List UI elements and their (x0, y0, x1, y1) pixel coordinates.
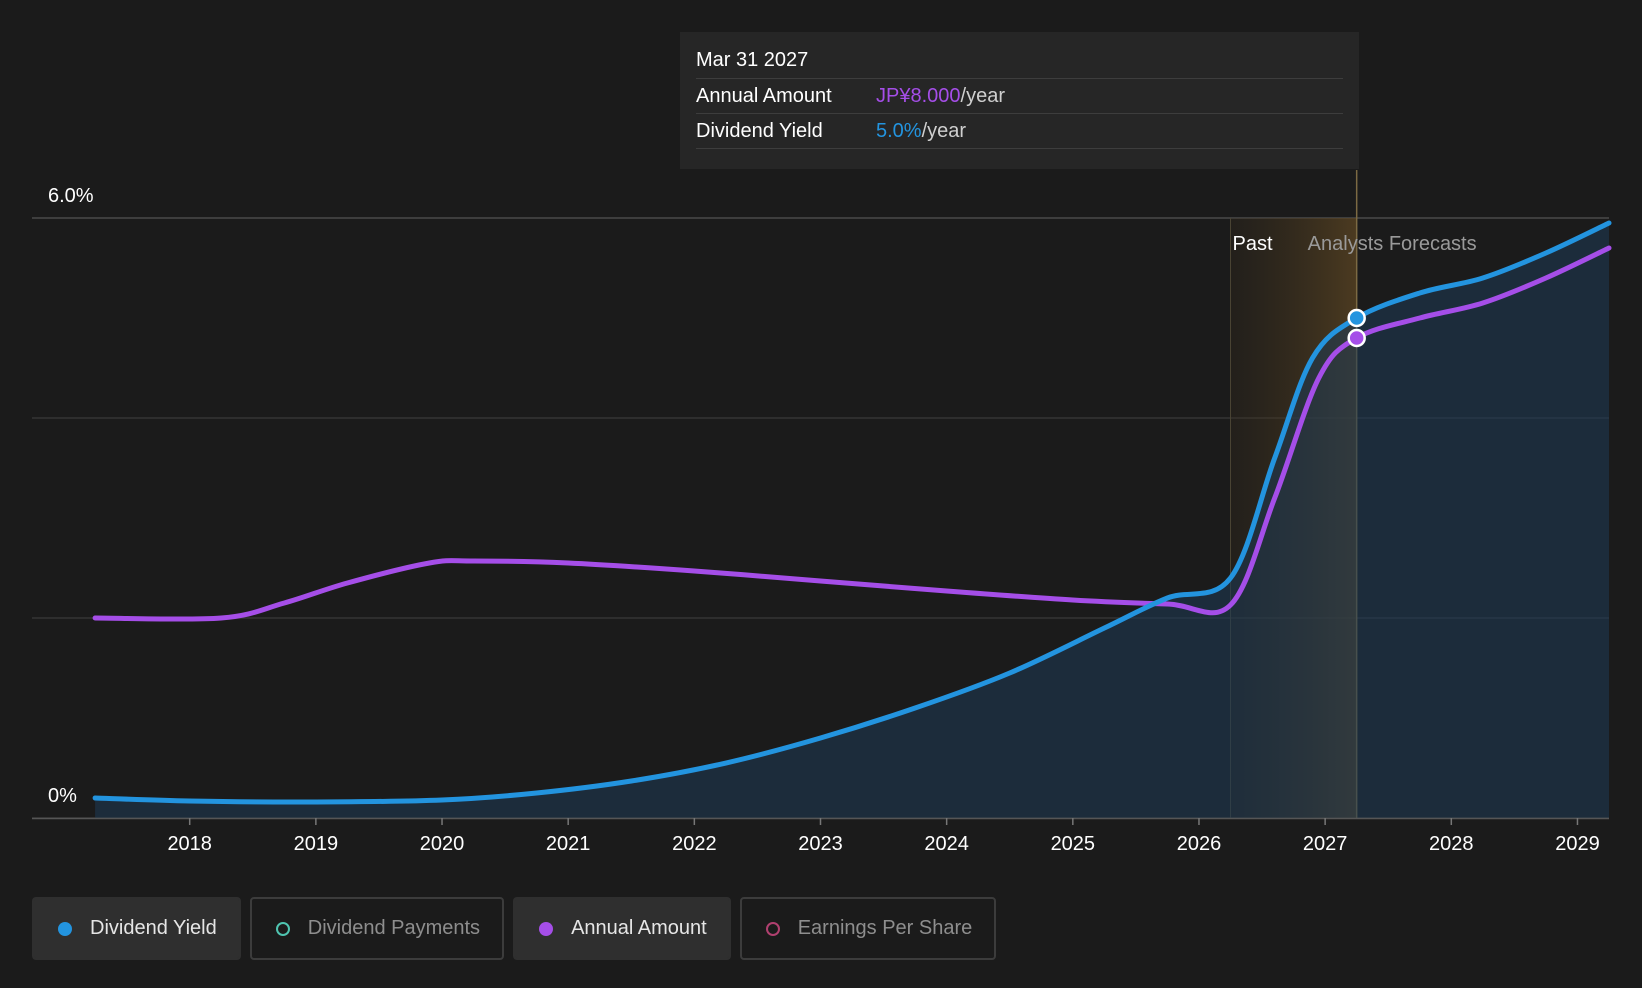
tooltip-unit: /year (960, 85, 1005, 107)
legend-dot-icon (58, 921, 72, 936)
x-tick-label: 2029 (1555, 833, 1600, 855)
legend-dot-icon (765, 921, 780, 936)
x-tick-label: 2018 (167, 833, 212, 855)
legend-annual-amount-button[interactable]: Annual Amount (513, 897, 731, 960)
tooltip-row-annual-amount: Annual Amount JP¥8.000/year (696, 79, 1343, 114)
x-tick-label: 2025 (1051, 833, 1096, 855)
annual-amount-marker (1347, 328, 1366, 348)
x-tick-label: 2022 (672, 833, 717, 855)
tooltip-date: Mar 31 2027 (696, 46, 1343, 79)
legend-label: Earnings Per Share (797, 917, 973, 939)
x-tick-label: 2019 (294, 833, 339, 855)
tooltip-value: 5.0% (876, 120, 922, 142)
forecast-label: Analysts Forecasts (1308, 233, 1477, 255)
legend-label: Dividend Payments (307, 917, 481, 939)
tooltip-value: JP¥8.000 (876, 85, 961, 107)
tooltip-label: Dividend Yield (696, 120, 823, 142)
tooltip-unit: /year (921, 120, 967, 142)
legend-dot-icon (539, 921, 554, 936)
x-tick-label: 2024 (924, 833, 969, 855)
y-tick-label: 0% (48, 785, 77, 807)
tooltip-row-dividend-yield: Dividend Yield 5.0%/year (696, 114, 1343, 149)
tooltip-label: Annual Amount (696, 85, 832, 107)
x-tick-label: 2021 (546, 833, 591, 855)
x-tick-label: 2027 (1303, 833, 1348, 855)
legend-label: Annual Amount (571, 917, 707, 939)
legend-dividend-yield-button[interactable]: Dividend Yield (32, 897, 241, 960)
legend-dividend-payments-button[interactable]: Dividend Payments (249, 897, 505, 960)
x-tick-label: 2020 (420, 833, 465, 855)
dividend-yield-marker (1347, 308, 1366, 328)
legend-dot-icon (275, 921, 290, 936)
x-tick-label: 2028 (1429, 833, 1474, 855)
x-tick-label: 2026 (1177, 833, 1222, 855)
past-label: Past (1233, 233, 1273, 255)
x-tick-label: 2023 (798, 833, 843, 855)
legend: Dividend Yield Dividend Payments Annual … (32, 897, 997, 960)
tooltip: Mar 31 2027 Annual Amount JP¥8.000/year … (680, 32, 1359, 169)
legend-earnings-per-share-button[interactable]: Earnings Per Share (739, 897, 997, 960)
y-tick-label: 6.0% (48, 185, 94, 207)
legend-label: Dividend Yield (90, 917, 217, 939)
